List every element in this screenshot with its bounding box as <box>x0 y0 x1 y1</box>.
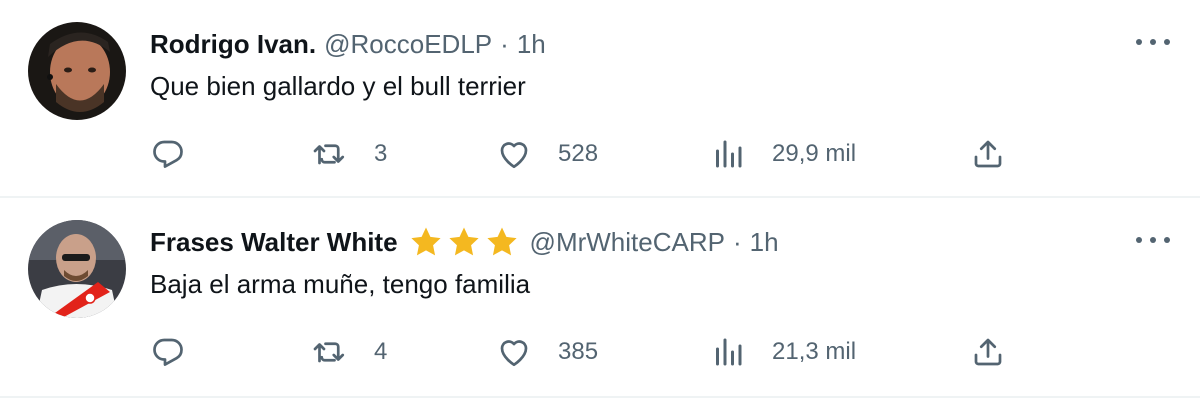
like-button[interactable]: 528 <box>496 136 598 172</box>
tweet-2[interactable]: Frases Walter White @MrWhiteCARP · 1h Ba… <box>0 198 1200 398</box>
reply-icon <box>153 140 183 168</box>
share-icon <box>974 140 1002 168</box>
star-icon <box>448 227 479 256</box>
views-icon <box>716 140 742 168</box>
share-button[interactable] <box>970 334 1006 370</box>
display-name[interactable]: Rodrigo Ivan. <box>150 29 316 60</box>
like-icon <box>500 142 528 169</box>
share-button[interactable] <box>970 136 1006 172</box>
user-handle[interactable]: @MrWhiteCARP <box>530 227 725 258</box>
tweet-1[interactable]: Rodrigo Ivan. @RoccoEDLP · 1h Que bien g… <box>0 0 1200 196</box>
retweet-icon <box>313 342 345 363</box>
retweet-count: 3 <box>374 140 388 167</box>
action-bar: 4 385 21,3 mil <box>150 334 1010 370</box>
like-icon <box>500 340 528 367</box>
reply-icon <box>153 338 183 366</box>
retweet-icon <box>313 144 345 165</box>
views-count: 29,9 mil <box>772 140 857 167</box>
like-button[interactable]: 385 <box>496 334 598 370</box>
views-count: 21,3 mil <box>772 338 857 365</box>
like-count: 528 <box>558 140 599 167</box>
tweet-header: Rodrigo Ivan. @RoccoEDLP · 1h <box>150 27 546 61</box>
avatar[interactable] <box>28 220 126 318</box>
star-icon <box>410 227 441 256</box>
avatar-photo <box>28 220 126 318</box>
display-name[interactable]: Frases Walter White <box>150 227 398 258</box>
tweet-text: Que bien gallardo y el bull terrier <box>150 71 526 101</box>
separator: · <box>500 28 509 59</box>
action-bar: 3 528 29,9 mil <box>150 136 1010 172</box>
retweet-count: 4 <box>374 338 388 365</box>
views-button[interactable]: 21,3 mil <box>710 334 856 370</box>
more-icon[interactable] <box>1136 228 1170 252</box>
views-icon <box>716 338 742 366</box>
like-count: 385 <box>558 338 599 365</box>
user-handle[interactable]: @RoccoEDLP <box>324 29 492 60</box>
badge-stars <box>408 225 522 259</box>
views-button[interactable]: 29,9 mil <box>710 136 856 172</box>
retweet-button[interactable]: 4 <box>312 334 387 370</box>
timestamp[interactable]: 1h <box>750 227 779 258</box>
retweet-button[interactable]: 3 <box>312 136 387 172</box>
avatar-photo <box>28 22 126 120</box>
star-icon <box>486 227 517 256</box>
tweet-text: Baja el arma muñe, tengo familia <box>150 269 531 299</box>
reply-button[interactable] <box>150 136 186 172</box>
tweet-header: Frases Walter White @MrWhiteCARP · 1h <box>150 225 779 259</box>
separator: · <box>732 226 742 257</box>
more-icon[interactable] <box>1136 30 1170 54</box>
timestamp[interactable]: 1h <box>517 29 546 60</box>
avatar[interactable] <box>28 22 126 120</box>
reply-button[interactable] <box>150 334 186 370</box>
share-icon <box>974 338 1002 366</box>
